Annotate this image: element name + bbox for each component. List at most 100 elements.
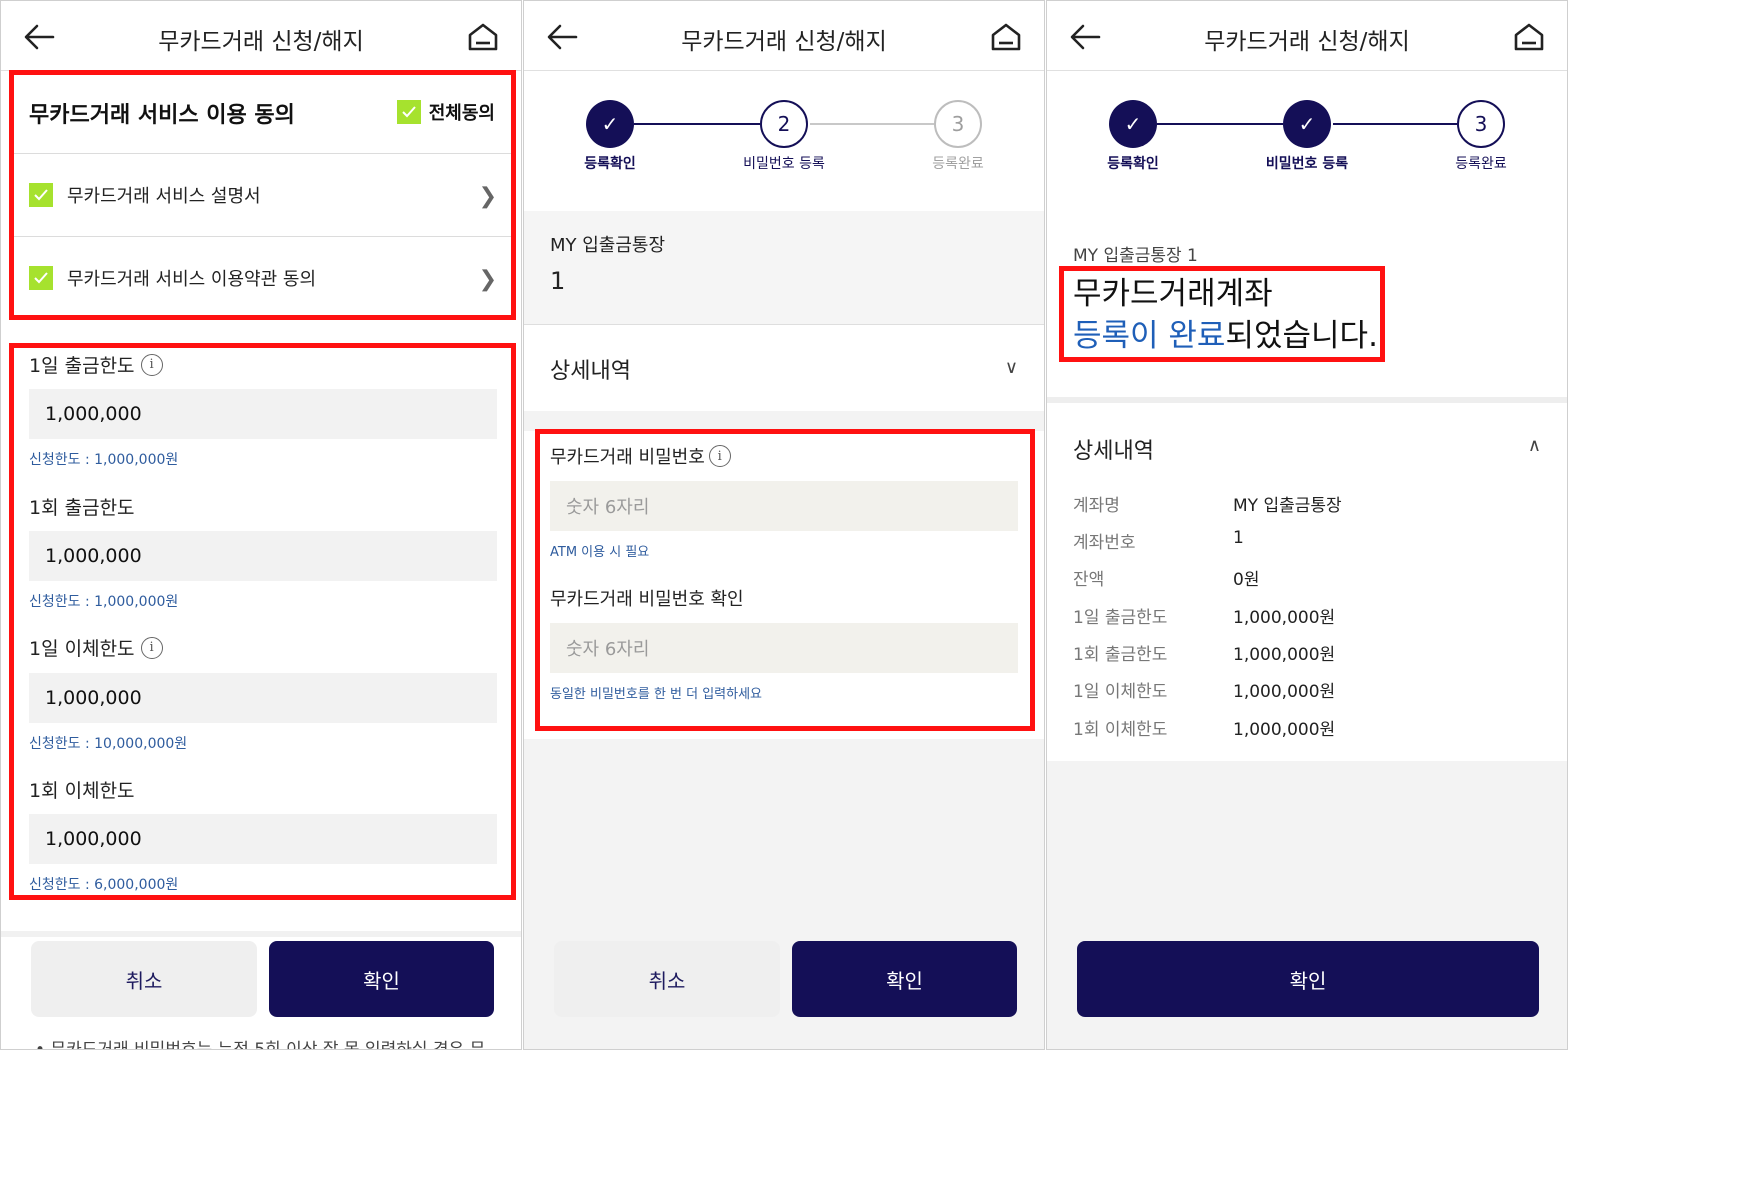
daily-transfer-limit-label: 1일 이체한도 i [29,634,163,661]
divider [1,931,521,937]
detail-title[interactable]: 상세내역 [550,353,631,385]
confirm-button[interactable]: 확인 [269,941,494,1017]
completion-highlight: 등록이 완료 [1073,318,1226,354]
completion-line-1: 무카드거래계좌 [1073,276,1273,312]
agreement-item-manual[interactable]: 무카드거래 서비스 설명서 ❯ [13,153,511,235]
detail-value: 1 [1233,528,1244,548]
password-confirm-note: 동일한 비밀번호를 한 번 더 입력하세요 [550,687,763,702]
agreement-item-label: 무카드거래 서비스 이용약관 동의 [67,268,317,290]
chevron-right-icon: ❯ [478,267,497,292]
password-confirm-label: 무카드거래 비밀번호 확인 [550,589,744,610]
limit-note: 신청한도 : 1,000,000원 [29,452,179,468]
account-box: MY 입출금통장 1 [524,211,1044,325]
detail-value: 1,000,000원 [1233,645,1336,665]
detail-row: 계좌명 MY 입출금통장 [1073,491,1342,516]
info-icon[interactable]: i [140,636,163,659]
detail-key: 잔액 [1073,570,1105,590]
step-1-check-icon: ✓ [586,100,634,148]
step-connector [634,123,760,125]
account-number: 1 [550,267,566,295]
single-withdraw-limit-label: 1회 출금한도 [29,493,135,520]
agreement-header: 무카드거래 서비스 이용 동의 전체동의 [13,71,511,153]
detail-key: 계좌명 [1073,496,1120,516]
header: 무카드거래 신청/해지 [1047,1,1567,71]
step-connector [1333,123,1457,125]
single-transfer-limit-input[interactable]: 1,000,000 [29,814,497,864]
password-label: 무카드거래 비밀번호 i [550,443,731,469]
password-note: ATM 이용 시 필요 [550,545,650,560]
account-line: MY 입출금통장 1 [1073,246,1198,266]
home-icon[interactable] [1513,21,1545,53]
detail-key: 1일 출금한도 [1073,608,1168,628]
detail-value: 1,000,000원 [1233,720,1336,740]
agree-all-label: 전체동의 [428,103,495,124]
detail-row: 1회 이체한도 1,000,000원 [1073,715,1335,740]
detail-row: 잔액 0원 [1073,565,1259,590]
detail-row: 1회 출금한도 1,000,000원 [1073,640,1335,665]
chevron-down-icon[interactable]: ∨ [1005,357,1018,378]
chevron-right-icon: ❯ [478,184,497,209]
single-transfer-limit-label: 1회 이체한도 [29,776,135,803]
check-icon [396,100,421,124]
daily-withdraw-limit-input[interactable]: 1,000,000 [29,389,497,439]
step-1-check-icon: ✓ [1109,100,1157,148]
home-icon[interactable] [467,21,499,53]
step-2-label: 비밀번호 등록 [1265,156,1349,172]
daily-transfer-limit-input[interactable]: 1,000,000 [29,673,497,723]
agreement-item-label: 무카드거래 서비스 설명서 [67,185,261,207]
limit-label-text: 1일 출금한도 [29,355,135,377]
page-title: 무카드거래 신청/해지 [1204,29,1410,55]
step-2-label: 비밀번호 등록 [743,156,825,172]
password-input[interactable]: 숫자 6자리 [550,481,1018,531]
agreement-item-terms[interactable]: 무카드거래 서비스 이용약관 동의 ❯ [13,236,511,318]
limit-label-text: 1회 이체한도 [29,780,135,802]
completion-line-2: 등록이 완료되었습니다. [1073,315,1378,357]
info-icon[interactable]: i [708,445,731,467]
detail-value: 1,000,000원 [1233,608,1336,628]
page-title: 무카드거래 신청/해지 [158,29,364,55]
divider [524,411,1044,431]
screens: 무카드거래 신청/해지 무카드거래 서비스 이용 동의 전체동의 무카드거래 서… [0,0,1568,1050]
confirm-button[interactable]: 확인 [1077,941,1539,1017]
step-3-label: 등록완료 [1455,156,1507,172]
detail-row: 1일 출금한도 1,000,000원 [1073,603,1335,628]
completion-rest: 되었습니다. [1225,318,1378,354]
limit-label-text: 1일 이체한도 [29,638,135,660]
confirm-button[interactable]: 확인 [792,941,1017,1017]
limit-note: 신청한도 : 6,000,000원 [29,877,179,893]
page-title: 무카드거래 신청/해지 [681,29,887,55]
limit-note: 신청한도 : 10,000,000원 [29,736,188,752]
detail-row: 계좌번호 1 [1073,528,1244,553]
header: 무카드거래 신청/해지 [524,1,1044,71]
detail-key: 1회 출금한도 [1073,645,1168,665]
agreement-title: 무카드거래 서비스 이용 동의 [29,103,295,128]
step-1-label: 등록확인 [584,156,636,172]
cancel-button[interactable]: 취소 [31,941,257,1017]
screen-password: 무카드거래 신청/해지 ✓ 2 3 등록확인 비밀번호 등록 등록완료 MY 입… [523,0,1045,1050]
detail-value: MY 입출금통장 [1233,496,1342,516]
divider [1047,397,1567,403]
password-confirm-input[interactable]: 숫자 6자리 [550,623,1018,673]
step-2-check-icon: ✓ [1283,100,1331,148]
detail-row: 1일 이체한도 1,000,000원 [1073,677,1335,702]
home-icon[interactable] [990,21,1022,53]
detail-key: 1일 이체한도 [1073,682,1168,702]
single-withdraw-limit-input[interactable]: 1,000,000 [29,531,497,581]
detail-value: 0원 [1233,570,1260,590]
screen-agreement: 무카드거래 신청/해지 무카드거래 서비스 이용 동의 전체동의 무카드거래 서… [0,0,522,1050]
step-connector [810,123,934,125]
detail-key: 계좌번호 [1073,533,1136,553]
account-name: MY 입출금통장 [550,235,666,256]
chevron-up-icon[interactable]: ∧ [1528,435,1541,456]
step-connector [1157,123,1283,125]
step-3-label: 등록완료 [932,156,984,172]
step-3-circle: 3 [1457,100,1505,148]
password-label-text: 무카드거래 비밀번호 [550,447,705,468]
step-2-circle: 2 [760,100,808,148]
info-icon[interactable]: i [140,353,163,376]
limit-note: 신청한도 : 1,000,000원 [29,594,179,610]
agree-all-checkbox[interactable]: 전체동의 [396,99,495,125]
detail-value: 1,000,000원 [1233,682,1336,702]
cancel-button[interactable]: 취소 [554,941,780,1017]
detail-title[interactable]: 상세내역 [1073,433,1154,465]
